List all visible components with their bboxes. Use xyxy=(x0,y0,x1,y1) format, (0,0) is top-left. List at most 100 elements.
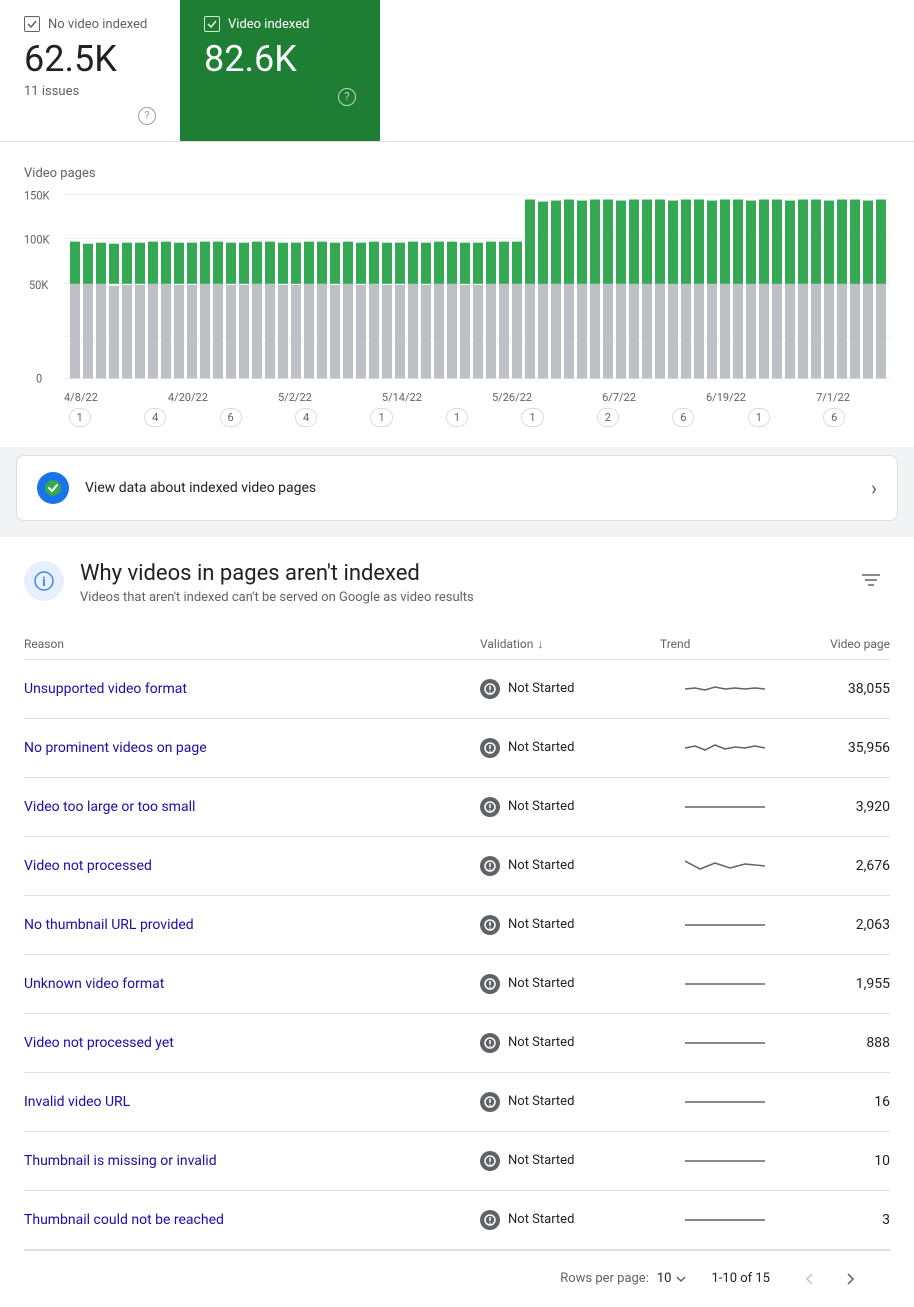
summary-cards: No video indexed 62.5K 11 issues ? Video… xyxy=(0,0,914,142)
view-data-text: View data about indexed video pages xyxy=(85,480,871,496)
reason-cell[interactable]: Thumbnail is missing or invalid xyxy=(24,1153,480,1169)
not-started-icon xyxy=(480,1210,500,1230)
not-started-icon xyxy=(480,679,500,699)
view-data-section: View data about indexed video pages › xyxy=(16,455,898,521)
header-video-page: Video page xyxy=(790,637,890,651)
bar-chart: 150K 100K 50K 0 xyxy=(24,189,890,389)
chart-section: Video pages 150K 100K 50K 0 xyxy=(0,142,914,447)
svg-text:0: 0 xyxy=(36,372,42,385)
header-reason: Reason xyxy=(24,637,480,651)
why-section: i Why videos in pages aren't indexed Vid… xyxy=(0,537,914,1307)
count-cell: 38,055 xyxy=(790,681,890,697)
why-subtitle: Videos that aren't indexed can't be serv… xyxy=(80,590,852,605)
no-video-header: No video indexed xyxy=(24,16,156,32)
checked-icon xyxy=(204,16,220,32)
count-cell: 10 xyxy=(790,1153,890,1169)
validation-cell: Not Started xyxy=(480,738,660,758)
not-started-label: Not Started xyxy=(508,799,574,814)
checkbox-icon xyxy=(24,16,40,32)
table-row: Video not processed yet Not Started 888 xyxy=(24,1014,890,1073)
badge-2[interactable]: 4 xyxy=(144,408,166,427)
next-page-button[interactable] xyxy=(834,1263,866,1295)
no-video-count: 62.5K xyxy=(24,40,156,80)
filter-icon[interactable] xyxy=(852,561,890,603)
reason-cell[interactable]: No prominent videos on page xyxy=(24,740,480,756)
trend-cell xyxy=(660,674,790,704)
no-video-card: No video indexed 62.5K 11 issues ? xyxy=(0,0,180,141)
validation-cell: Not Started xyxy=(480,856,660,876)
badge-1[interactable]: 1 xyxy=(69,408,91,427)
validation-cell: Not Started xyxy=(480,1210,660,1230)
badge-4[interactable]: 4 xyxy=(295,408,317,427)
x-label-7: 6/19/22 xyxy=(706,391,746,404)
validation-cell: Not Started xyxy=(480,679,660,699)
trend-cell xyxy=(660,1087,790,1117)
badge-6[interactable]: 1 xyxy=(446,408,468,427)
no-video-help-icon[interactable]: ? xyxy=(138,107,156,125)
trend-cell xyxy=(660,1205,790,1235)
svg-text:i: i xyxy=(42,575,45,590)
header-validation[interactable]: Validation ↓ xyxy=(480,637,660,651)
not-started-label: Not Started xyxy=(508,681,574,696)
page-range: 1-10 of 15 xyxy=(711,1271,770,1286)
reason-cell[interactable]: No thumbnail URL provided xyxy=(24,917,480,933)
not-started-icon xyxy=(480,1151,500,1171)
x-label-5: 5/26/22 xyxy=(492,391,532,404)
view-data-check-icon xyxy=(37,472,69,504)
trend-cell xyxy=(660,851,790,881)
reason-cell[interactable]: Unknown video format xyxy=(24,976,480,992)
reason-cell[interactable]: Video not processed xyxy=(24,858,480,874)
prev-page-button[interactable] xyxy=(794,1263,826,1295)
validation-cell: Not Started xyxy=(480,915,660,935)
badge-11[interactable]: 6 xyxy=(823,408,845,427)
x-label-1: 4/8/22 xyxy=(64,391,98,404)
trend-cell xyxy=(660,1146,790,1176)
reason-cell[interactable]: Video not processed yet xyxy=(24,1035,480,1051)
svg-text:150K: 150K xyxy=(24,189,50,202)
issues-table: Reason Validation ↓ Trend Video page Uns… xyxy=(24,629,890,1250)
video-indexed-help-icon[interactable]: ? xyxy=(338,88,356,106)
x-label-6: 6/7/22 xyxy=(602,391,636,404)
table-row: No prominent videos on page Not Started … xyxy=(24,719,890,778)
not-started-label: Not Started xyxy=(508,917,574,932)
no-video-label: No video indexed xyxy=(48,17,147,32)
why-title-group: Why videos in pages aren't indexed Video… xyxy=(80,561,852,605)
reason-cell[interactable]: Thumbnail could not be reached xyxy=(24,1212,480,1228)
badge-8[interactable]: 2 xyxy=(597,408,619,427)
page-nav xyxy=(794,1263,866,1295)
video-indexed-card: Video indexed 82.6K ? xyxy=(180,0,380,141)
reason-cell[interactable]: Invalid video URL xyxy=(24,1094,480,1110)
count-cell: 2,676 xyxy=(790,858,890,874)
table-row: Video too large or too small Not Started… xyxy=(24,778,890,837)
table-row: Video not processed Not Started 2,676 xyxy=(24,837,890,896)
sort-icon: ↓ xyxy=(537,637,543,651)
badge-9[interactable]: 6 xyxy=(672,408,694,427)
table-header: Reason Validation ↓ Trend Video page xyxy=(24,629,890,660)
table-row: Invalid video URL Not Started 16 xyxy=(24,1073,890,1132)
badge-10[interactable]: 1 xyxy=(748,408,770,427)
reason-cell[interactable]: Video too large or too small xyxy=(24,799,480,815)
not-started-label: Not Started xyxy=(508,858,574,873)
video-indexed-count: 82.6K xyxy=(204,40,356,80)
rows-per-page-select[interactable]: 10 xyxy=(657,1271,688,1286)
validation-cell: Not Started xyxy=(480,1151,660,1171)
trend-cell xyxy=(660,733,790,763)
badge-3[interactable]: 6 xyxy=(220,408,242,427)
not-started-icon xyxy=(480,1092,500,1112)
not-started-label: Not Started xyxy=(508,740,574,755)
badge-7[interactable]: 1 xyxy=(521,408,543,427)
not-started-label: Not Started xyxy=(508,1212,574,1227)
not-started-icon xyxy=(480,797,500,817)
view-data-link[interactable]: View data about indexed video pages › xyxy=(17,456,897,520)
count-cell: 3 xyxy=(790,1212,890,1228)
not-started-icon xyxy=(480,738,500,758)
badge-5[interactable]: 1 xyxy=(370,408,392,427)
count-cell: 1,955 xyxy=(790,976,890,992)
reason-cell[interactable]: Unsupported video format xyxy=(24,681,480,697)
info-circle-icon: i xyxy=(24,561,64,601)
rows-per-page: Rows per page: 10 xyxy=(560,1271,687,1286)
count-cell: 888 xyxy=(790,1035,890,1051)
count-cell: 2,063 xyxy=(790,917,890,933)
not-started-label: Not Started xyxy=(508,1094,574,1109)
table-row: Thumbnail could not be reached Not Start… xyxy=(24,1191,890,1250)
